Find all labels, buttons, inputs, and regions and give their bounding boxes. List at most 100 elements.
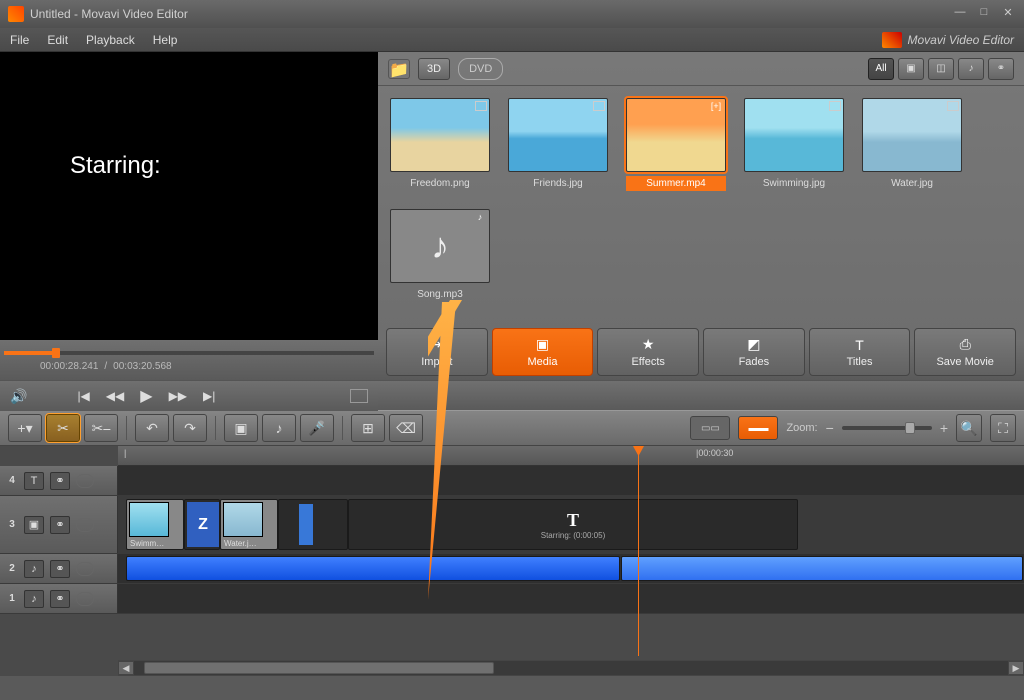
undo-button[interactable]: ↶: [135, 414, 169, 442]
audio-tool-icon[interactable]: ♪: [262, 414, 296, 442]
track-4: 4 T ⚭: [0, 466, 1024, 496]
crop-tool-icon[interactable]: ▣: [224, 414, 258, 442]
menu-edit[interactable]: Edit: [47, 33, 68, 47]
time-current: 00:00:28.241: [40, 361, 98, 372]
storyboard-view-button[interactable]: ▭▭: [690, 416, 730, 440]
menu-help[interactable]: Help: [153, 33, 178, 47]
view-video-icon[interactable]: ▣: [898, 58, 924, 80]
play-icon[interactable]: ▶: [140, 386, 152, 406]
track-body-4[interactable]: [118, 466, 1024, 495]
timeline-scrollbar[interactable]: ◀ ▶: [118, 660, 1024, 676]
media-label: Swimming.jpg: [744, 176, 844, 191]
track-1: 1 ♪ ⚭: [0, 584, 1024, 614]
folder-open-icon[interactable]: 📁: [388, 59, 410, 79]
skip-start-icon[interactable]: |◀: [77, 389, 89, 403]
media-item-freedom[interactable]: Freedom.png: [390, 98, 490, 191]
redo-button[interactable]: ↷: [173, 414, 207, 442]
thumbnail: [+]: [626, 98, 726, 172]
maximize-button[interactable]: □: [976, 6, 992, 22]
media-item-song[interactable]: ♪♪ Song.mp3: [390, 209, 490, 302]
tab-fades[interactable]: ◩Fades: [703, 328, 805, 376]
track-3: 3 ▣ ⚭ Swimm… Z Water.j…: [0, 496, 1024, 554]
link-icon[interactable]: ⚭: [50, 516, 70, 534]
track-2: 2 ♪ ⚭: [0, 554, 1024, 584]
link-icon[interactable]: ⚭: [50, 560, 70, 578]
thumbnail: [862, 98, 962, 172]
menu-playback[interactable]: Playback: [86, 33, 135, 47]
audio-track-icon: ♪: [24, 590, 44, 608]
minimize-button[interactable]: —: [952, 6, 968, 22]
properties-tool-icon[interactable]: ⊞: [351, 414, 385, 442]
tab-save-movie[interactable]: ⎙Save Movie: [914, 328, 1016, 376]
media-label: Song.mp3: [390, 287, 490, 302]
view-audio-icon[interactable]: ♪: [958, 58, 984, 80]
mute-icon[interactable]: [76, 592, 94, 606]
seek-bar[interactable]: [4, 351, 374, 355]
music-note-icon: ♪: [431, 225, 449, 267]
scroll-thumb[interactable]: [144, 662, 494, 674]
three-d-button[interactable]: 3D: [418, 58, 450, 80]
app-icon: [8, 6, 24, 22]
link-icon[interactable]: ⚭: [50, 472, 70, 490]
transition-bars[interactable]: [278, 499, 348, 550]
tab-titles[interactable]: TTitles: [809, 328, 911, 376]
visibility-icon[interactable]: [76, 518, 94, 532]
media-item-swimming[interactable]: Swimming.jpg: [744, 98, 844, 191]
view-all-button[interactable]: All: [868, 58, 894, 80]
track-body-1[interactable]: [118, 584, 1024, 613]
track-body-2[interactable]: [118, 554, 1024, 583]
seek-handle[interactable]: [52, 348, 60, 358]
track-body-3[interactable]: Swimm… Z Water.j… T Starring: (0:00:05): [118, 496, 1024, 553]
view-link-icon[interactable]: ⚭: [988, 58, 1014, 80]
clip-water[interactable]: Water.j…: [220, 499, 278, 550]
thumbnail: [744, 98, 844, 172]
step-forward-icon[interactable]: ▶▶: [169, 389, 187, 403]
track-head-4: 4 T ⚭: [0, 466, 118, 495]
zoom-slider[interactable]: [842, 426, 932, 430]
clip-audio-1[interactable]: [126, 556, 620, 581]
expand-icon[interactable]: ⛶: [990, 414, 1016, 442]
media-panel: 📁 3D DVD All ▣ ◫ ♪ ⚭ Freedom.png Friends…: [378, 52, 1024, 340]
clip-audio-2[interactable]: [621, 556, 1023, 581]
media-item-water[interactable]: Water.jpg: [862, 98, 962, 191]
mute-icon[interactable]: [76, 562, 94, 576]
close-button[interactable]: ✕: [1000, 6, 1016, 22]
split-button[interactable]: ✂⎯: [84, 414, 118, 442]
media-item-summer[interactable]: [+] Summer.mp4: [626, 98, 726, 191]
window-title: Untitled - Movavi Video Editor: [30, 7, 944, 21]
delete-tool-icon[interactable]: ⌫: [389, 414, 423, 442]
scroll-right-icon[interactable]: ▶: [1008, 661, 1024, 675]
zoom-out-icon[interactable]: −: [826, 420, 834, 436]
fullscreen-icon[interactable]: [350, 389, 368, 403]
thumbnail: [390, 98, 490, 172]
clip-title-starring[interactable]: T Starring: (0:00:05): [348, 499, 798, 550]
tab-import[interactable]: ⇥Import: [386, 328, 488, 376]
skip-end-icon[interactable]: ▶|: [203, 389, 215, 403]
media-item-friends[interactable]: Friends.jpg: [508, 98, 608, 191]
record-tool-icon[interactable]: 🎤: [300, 414, 334, 442]
menu-file[interactable]: File: [10, 33, 29, 47]
tab-effects[interactable]: ★Effects: [597, 328, 699, 376]
scroll-left-icon[interactable]: ◀: [118, 661, 134, 675]
track-head-2: 2 ♪ ⚭: [0, 554, 118, 583]
fit-zoom-icon[interactable]: 🔍: [956, 414, 982, 442]
import-icon: ⇥: [428, 337, 446, 353]
view-image-icon[interactable]: ◫: [928, 58, 954, 80]
add-button[interactable]: +▾: [8, 414, 42, 442]
zoom-in-icon[interactable]: +: [940, 420, 948, 436]
effects-icon: ★: [639, 337, 657, 353]
visibility-icon[interactable]: [76, 474, 94, 488]
tab-media[interactable]: ▣Media: [492, 328, 594, 376]
step-back-icon[interactable]: ◀◀: [106, 389, 124, 403]
timeline-ruler[interactable]: | |00:00:30: [118, 446, 1024, 466]
transition-z[interactable]: Z: [184, 499, 220, 550]
clip-swimming[interactable]: Swimm…: [126, 499, 184, 550]
cut-button[interactable]: ✂: [46, 414, 80, 442]
volume-icon[interactable]: 🔊: [10, 388, 27, 405]
timeline-view-button[interactable]: ▬▬: [738, 416, 778, 440]
dvd-button[interactable]: DVD: [458, 58, 503, 80]
audio-track-icon: ♪: [24, 560, 44, 578]
playhead[interactable]: [638, 446, 639, 656]
zoom-handle[interactable]: [905, 422, 915, 434]
link-icon[interactable]: ⚭: [50, 590, 70, 608]
